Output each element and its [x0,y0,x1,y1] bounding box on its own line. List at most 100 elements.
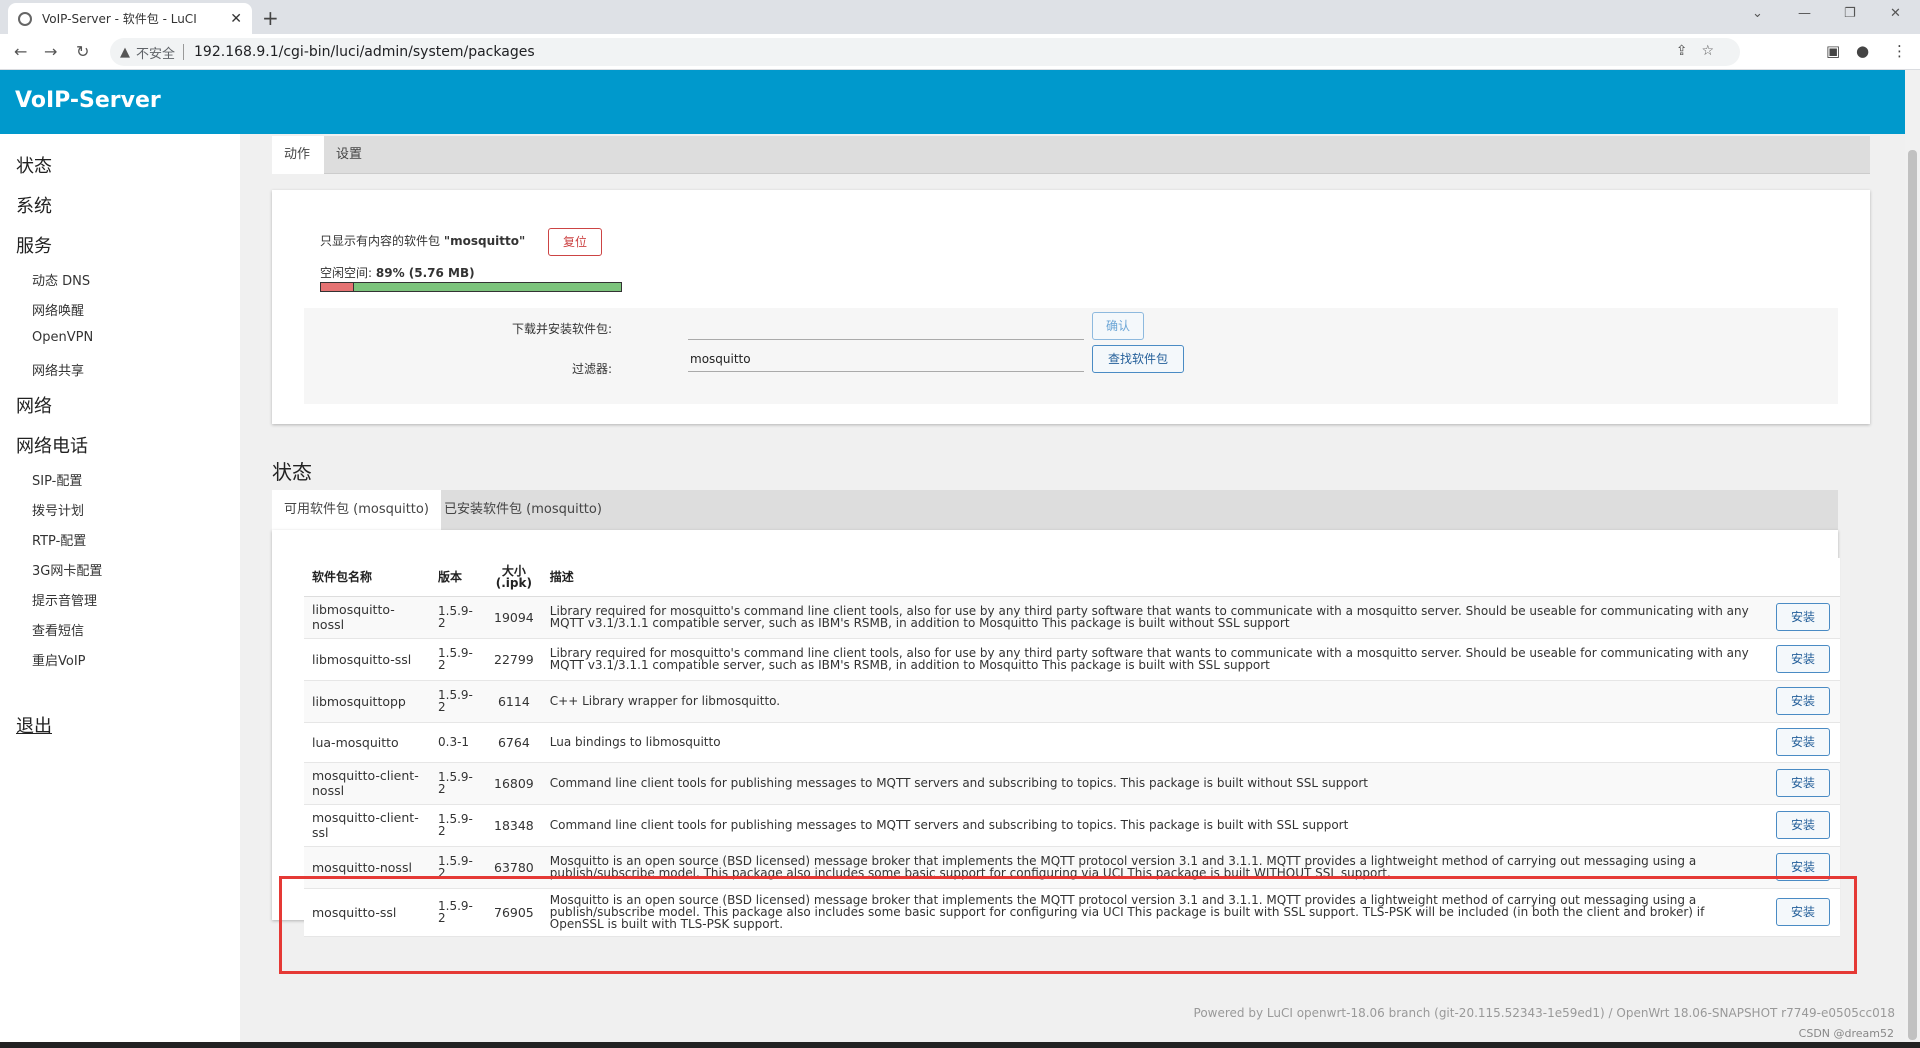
menu-voip[interactable]: 网络电话 [16,432,88,458]
package-description: Command line client tools for publishing… [541,804,1768,847]
menu-item-prompt-tones[interactable]: 提示音管理 [32,590,97,609]
menu-kebab-icon[interactable]: ⋮ [1892,42,1907,60]
tab-actions[interactable]: 动作 [272,136,324,174]
install-button[interactable]: 安装 [1776,645,1830,673]
menu-network[interactable]: 网络 [16,392,52,418]
menu-item-dialplan[interactable]: 拨号计划 [32,500,84,519]
menu-item-wol[interactable]: 网络唤醒 [32,300,84,319]
table-row: libmosquitto-ssl 1.5.9-2 22799 Library requ… [304,638,1840,681]
free-space-value: 89% (5.76 MB) [375,266,475,280]
highlight-box [279,876,1857,974]
package-size: 18348 [486,804,542,847]
tab-config[interactable]: 设置 [324,136,374,174]
status-title: 状态 [272,460,312,484]
package-name: libmosquitto-ssl [304,638,430,681]
install-button[interactable]: 安装 [1776,769,1830,797]
package-size: 19094 [486,596,542,639]
menu-item-sms[interactable]: 查看短信 [32,620,84,639]
menu-status[interactable]: 状态 [16,152,52,178]
package-name: libmosquittopp [304,680,430,723]
actions-tab-bar: 动作 设置 [272,136,1870,174]
minimize-icon[interactable]: — [1798,6,1811,21]
package-tab-bar: 可用软件包 (mosquitto) 已安装软件包 (mosquitto) [272,490,1838,530]
free-space-label: 空闲空间: [320,266,373,280]
filter-notice: 只显示有内容的软件包 "mosquitto" [320,232,525,249]
logout-link[interactable]: 退出 [16,712,52,738]
browser-tab-strip: VoIP-Server - 软件包 - LuCI ✕ + ⌄ — ❐ ✕ [0,0,1920,34]
sidepanel-icon[interactable]: ▣ [1826,42,1840,60]
url-text[interactable]: 192.168.9.1/cgi-bin/luci/admin/system/pa… [194,44,535,60]
tab-config-label: 设置 [336,147,363,162]
table-row: mosquitto-client-nossl 1.5.9-2 16809 Comman… [304,762,1840,805]
restore-icon[interactable]: ❐ [1844,6,1856,21]
scrollbar-thumb[interactable] [1908,150,1917,1040]
reload-icon[interactable]: ↻ [76,42,89,61]
brand-title[interactable]: VoIP-Server [15,88,161,113]
package-version: 1.5.9-2 [430,680,486,723]
install-button[interactable]: 安装 [1776,811,1830,839]
table-row: libmosquittopp 1.5.9-2 6114 C++ Library wra… [304,680,1840,723]
filter-input[interactable]: mosquitto [688,346,1084,372]
install-button[interactable]: 安装 [1776,728,1830,756]
bookmark-star-icon[interactable]: ☆ [1701,43,1728,59]
menu-item-network-share[interactable]: 网络共享 [32,360,84,379]
package-version: 1.5.9-2 [430,804,486,847]
watermark: CSDN @dream52 [1798,1027,1894,1040]
reset-button[interactable]: 复位 [548,228,602,256]
luci-header: VoIP-Server [0,70,1905,134]
new-tab-button[interactable]: + [262,6,279,30]
download-url-input[interactable] [688,314,1084,340]
menu-system[interactable]: 系统 [16,192,52,218]
package-size: 22799 [486,638,542,681]
filter-notice-value: "mosquitto" [443,234,526,248]
table-row: mosquitto-client-ssl 1.5.9-2 18348 Command … [304,804,1840,847]
find-packages-button[interactable]: 查找软件包 [1092,345,1184,373]
install-button[interactable]: 安装 [1776,603,1830,631]
close-tab-icon[interactable]: ✕ [230,11,242,27]
tab-search-icon[interactable]: ⌄ [1752,6,1763,21]
address-tools: ⇪☆ [1676,43,1728,59]
table-row: lua-mosquitto 0.3-1 6764 Lua bindings to li… [304,722,1840,763]
page-scrollbar[interactable] [1905,70,1920,1048]
confirm-button[interactable]: 确认 [1092,312,1144,340]
menu-item-ddns[interactable]: 动态 DNS [32,270,90,289]
package-action: 安装 [1768,762,1840,805]
install-button[interactable]: 安装 [1776,687,1830,715]
download-label: 下载并安装软件包: [511,322,612,336]
insecure-label[interactable]: 不安全 [136,43,175,62]
back-icon[interactable]: ← [14,42,27,61]
menu-item-rtp-config[interactable]: RTP-配置 [32,530,86,549]
package-version: 1.5.9-2 [430,596,486,639]
table-row: libmosquitto-nossl 1.5.9-2 19094 Library re… [304,596,1840,639]
browser-tab[interactable]: VoIP-Server - 软件包 - LuCI ✕ [8,3,252,34]
tab-installed-packages[interactable]: 已安装软件包 (mosquitto) [432,490,614,530]
sidebar-menu: 状态 系统 服务 动态 DNS 网络唤醒 OpenVPN 网络共享 网络 网络电… [0,134,240,1048]
package-description: Library required for mosquitto's command… [541,638,1768,681]
menu-services[interactable]: 服务 [16,232,52,258]
menu-item-3g-config[interactable]: 3G网卡配置 [32,560,102,579]
package-name: lua-mosquitto [304,722,430,763]
package-action: 安装 [1768,638,1840,681]
package-description: Command line client tools for publishing… [541,762,1768,805]
package-description: Lua bindings to libmosquitto [541,722,1768,763]
menu-item-restart-voip[interactable]: 重启VoIP [32,650,86,669]
col-version: 版本 [430,558,486,597]
warning-icon[interactable]: ▲ [120,45,130,60]
package-action: 安装 [1768,596,1840,639]
package-description: C++ Library wrapper for libmosquitto. [541,680,1768,723]
package-size: 16809 [486,762,542,805]
tab-available-packages[interactable]: 可用软件包 (mosquitto) [272,490,441,530]
close-window-icon[interactable]: ✕ [1890,6,1901,21]
package-version: 1.5.9-2 [430,762,486,805]
install-form: 下载并安装软件包: 确认 过滤器: mosquitto 查找软件包 [304,308,1838,404]
package-name: libmosquitto-nossl [304,596,430,639]
share-icon[interactable]: ⇪ [1676,43,1702,59]
package-description: Library required for mosquitto's command… [541,596,1768,639]
profile-avatar-icon[interactable]: ● [1856,42,1869,60]
menu-item-sip-config[interactable]: SIP-配置 [32,470,82,489]
forward-icon[interactable]: → [44,42,57,61]
menu-item-openvpn[interactable]: OpenVPN [32,330,93,345]
address-bar[interactable]: ▲ 不安全 192.168.9.1/cgi-bin/luci/admin/sys… [110,38,1740,66]
filter-label: 过滤器: [571,362,612,376]
footer-powered: Powered by LuCI openwrt-18.06 branch (gi… [1193,1006,1895,1020]
